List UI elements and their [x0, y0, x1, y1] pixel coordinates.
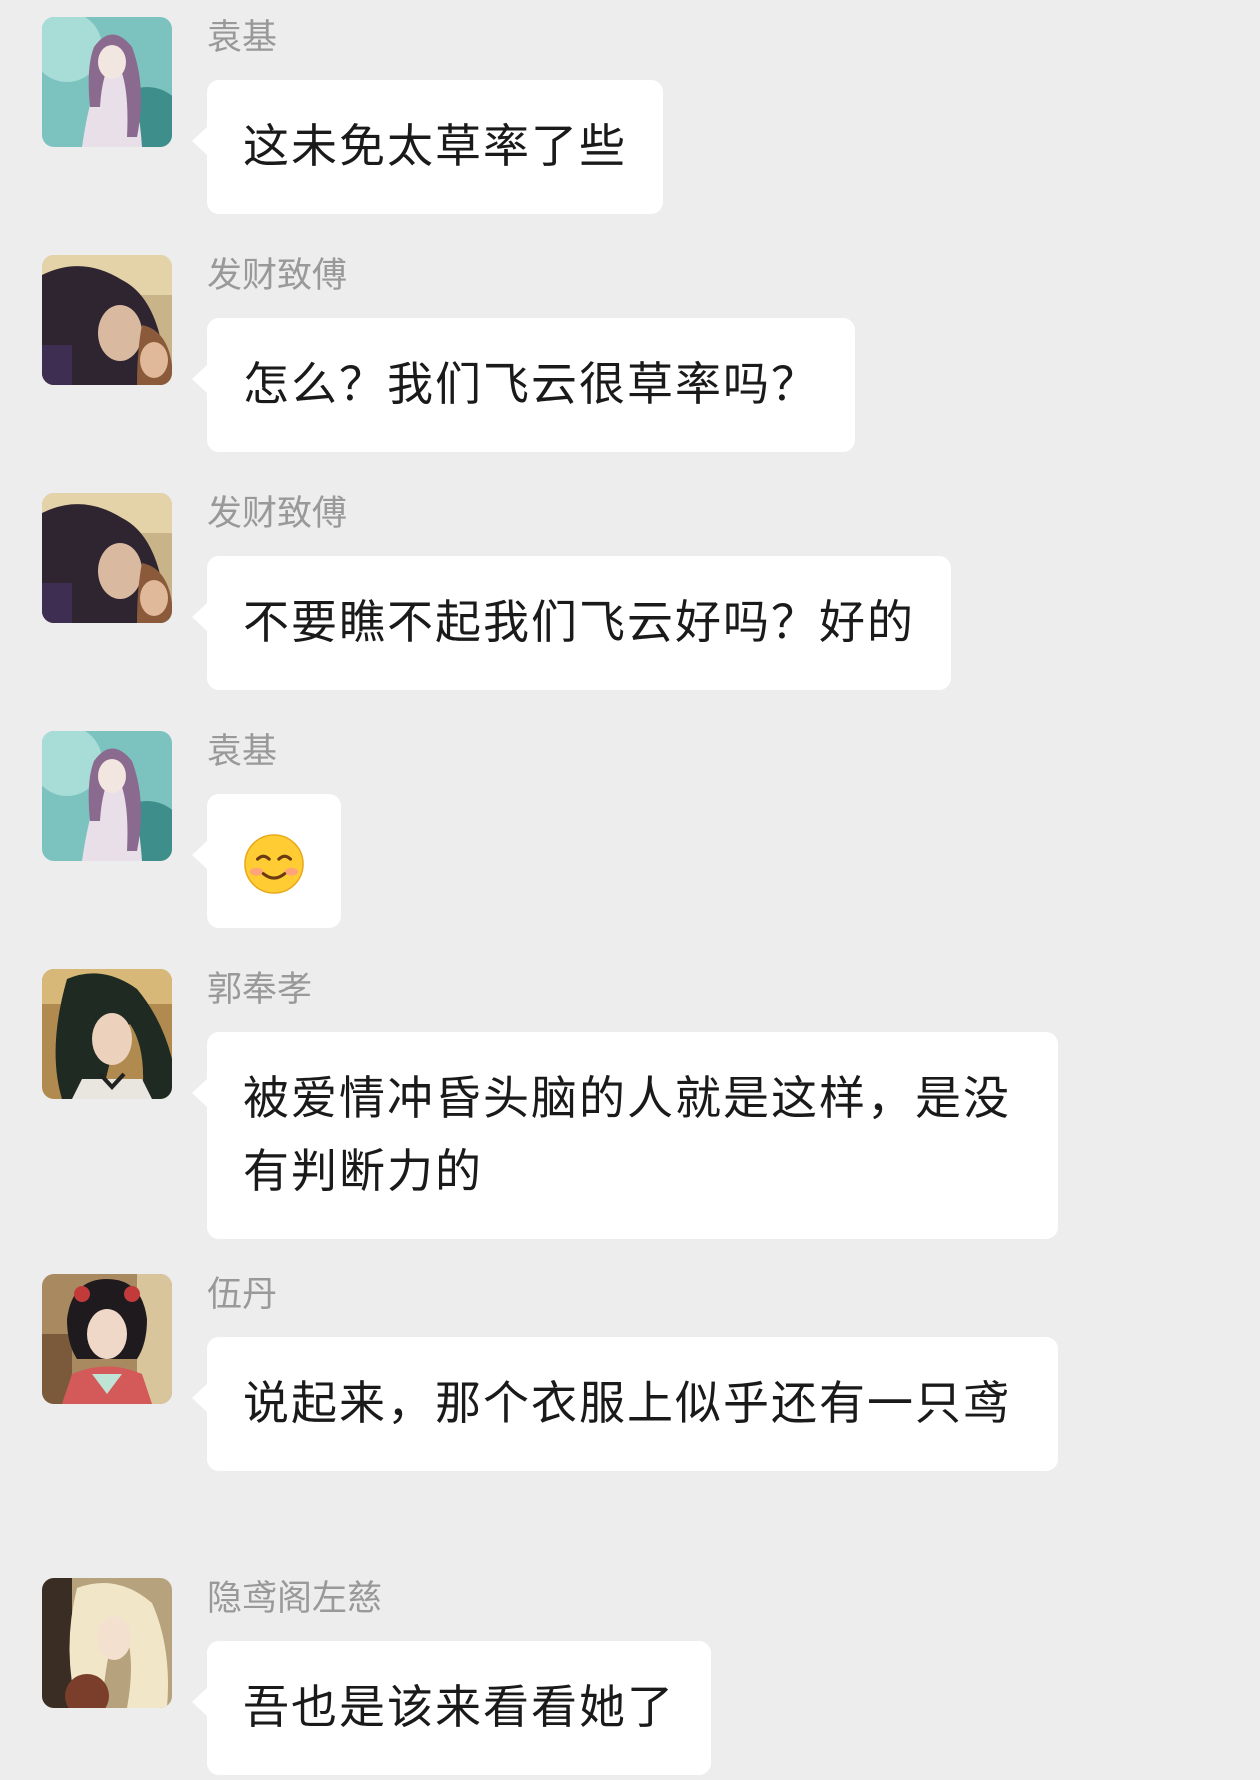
message-bubble[interactable]: 说起来，那个衣服上似乎还有一只鸢: [192, 1337, 1058, 1471]
avatar[interactable]: [42, 255, 172, 385]
sender-name: 郭奉孝: [207, 970, 313, 1010]
avatar-image-wudan: [42, 1274, 172, 1404]
message-bubble[interactable]: 吾也是该来看看她了: [192, 1641, 711, 1775]
avatar-image-yuanji: [42, 731, 172, 861]
avatar-image-facaizhifu: [42, 493, 172, 623]
chat-message-list[interactable]: 袁基 这未免太草率了些 发财致傅 怎么？我们飞云很草率吗？ 发财致傅 不要瞧不起…: [0, 0, 1260, 1780]
message-bubble[interactable]: 不要瞧不起我们飞云好吗？好的: [192, 556, 951, 690]
sender-name: 隐鸢阁左慈: [207, 1579, 383, 1619]
avatar[interactable]: [42, 493, 172, 623]
avatar-image-facaizhifu: [42, 255, 172, 385]
avatar-image-zuoci: [42, 1578, 172, 1708]
avatar[interactable]: [42, 969, 172, 1099]
avatar-image-yuanji: [42, 17, 172, 147]
sender-name: 袁基: [207, 732, 278, 772]
avatar[interactable]: [42, 17, 172, 147]
sender-name: 发财致傅: [207, 256, 348, 296]
sender-name: 袁基: [207, 18, 278, 58]
message-bubble[interactable]: 被爱情冲昏头脑的人就是这样，是没有判断力的: [192, 1032, 1058, 1239]
message-bubble[interactable]: 这未免太草率了些: [192, 80, 663, 214]
avatar[interactable]: [42, 1578, 172, 1708]
smiling-face-emoji-icon: [244, 833, 304, 894]
avatar[interactable]: [42, 731, 172, 861]
sender-name: 伍丹: [207, 1275, 278, 1315]
avatar[interactable]: [42, 1274, 172, 1404]
sender-name: 发财致傅: [207, 494, 348, 534]
avatar-image-guofengxiao: [42, 969, 172, 1099]
message-bubble[interactable]: 怎么？我们飞云很草率吗？: [192, 318, 855, 452]
message-bubble[interactable]: [192, 794, 341, 928]
